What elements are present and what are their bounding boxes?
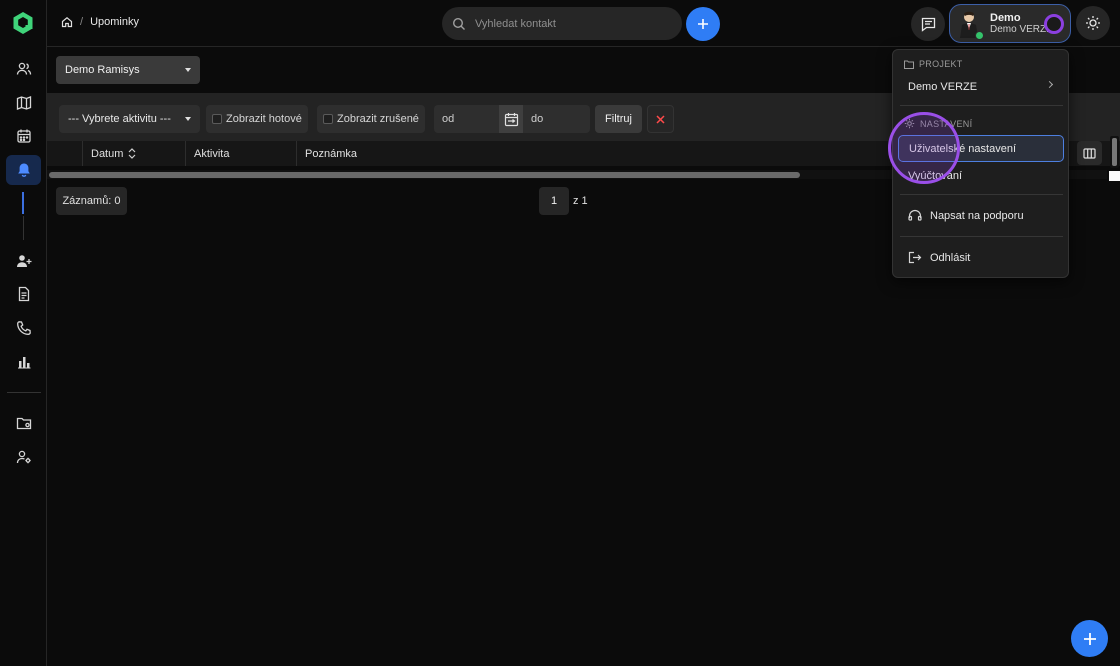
settings-section-label: NASTAVENÍ [920,118,973,129]
breadcrumb: / Upominky [61,16,139,28]
show-cancelled-label: Zobrazit zrušené [337,113,419,125]
user-dropdown-menu: PROJEKT Demo VERZE NASTAVENÍ Uživatelské… [892,49,1069,278]
theme-toggle-button[interactable] [1076,6,1110,40]
date-from-input[interactable] [434,105,499,133]
project-item-label: Demo VERZE [908,80,978,93]
column-header-poznamka[interactable]: Poznámka [296,141,796,166]
clear-filter-button[interactable] [647,105,674,133]
sidebar-divider [7,392,41,393]
top-header: / Upominky Demo Demo VERZE [47,0,1120,47]
logout-label: Odhlásit [930,251,971,264]
date-to-input[interactable] [523,105,590,133]
user-add-icon[interactable] [6,246,41,276]
settings-section-header: NASTAVENÍ [904,118,972,129]
logout-icon [908,251,922,264]
search-icon [452,17,466,31]
records-count: Záznamů: 0 [56,187,127,215]
project-item[interactable]: Demo VERZE [898,73,1064,100]
columns-icon[interactable] [1077,141,1102,165]
app-logo-icon[interactable] [11,11,35,35]
checkbox-box[interactable] [212,114,222,124]
column-header-datum[interactable]: Datum [82,141,185,166]
calendar-icon[interactable] [6,121,41,151]
user-menu-indicator[interactable] [1044,14,1064,34]
column-label: Aktivita [194,147,230,160]
column-label: Poznámka [305,147,357,160]
show-done-checkbox[interactable]: Zobrazit hotové [206,105,308,133]
checkbox-box[interactable] [323,114,333,124]
page-number[interactable]: 1 [539,187,569,215]
search-input[interactable] [475,17,665,30]
contact-search[interactable] [442,7,682,40]
show-done-label: Zobrazit hotové [226,113,302,125]
map-icon[interactable] [6,88,41,118]
user-settings-icon[interactable] [6,442,41,472]
users-icon[interactable] [6,54,41,84]
scroll-corner [1109,171,1120,181]
column-label: Datum [91,147,124,160]
user-settings-item[interactable]: Uživatelské nastavení [898,135,1064,162]
close-icon [656,114,665,124]
breadcrumb-separator: / [80,16,84,28]
project-select[interactable]: Demo Ramisys [56,56,200,84]
project-select-value: Demo Ramisys [65,64,140,76]
headset-icon [908,209,922,222]
support-item[interactable]: Napsat na podporu [898,202,1064,229]
caret-down-icon [185,117,191,121]
floating-add-button[interactable] [1071,620,1108,657]
logout-item[interactable]: Odhlásit [898,244,1064,271]
add-button[interactable] [686,7,720,41]
messages-button[interactable] [911,7,945,41]
date-range-icon[interactable] [499,105,523,133]
user-settings-label: Uživatelské nastavení [909,142,1016,155]
breadcrumb-current: Upominky [90,16,139,28]
online-status-indicator [975,30,984,40]
column-header-aktivita[interactable]: Aktivita [185,141,296,166]
document-icon[interactable] [6,279,41,309]
activity-select-value: --- Vybrete aktivitu --- [68,113,171,125]
bar-chart-icon[interactable] [6,347,41,377]
settings-icon [904,118,915,129]
show-cancelled-checkbox[interactable]: Zobrazit zrušené [317,105,425,133]
sidebar [0,0,47,666]
sort-icon[interactable] [128,148,136,159]
active-nav-line [22,192,24,214]
filter-button[interactable]: Filtruj [595,105,642,133]
vertical-scroll-thumb[interactable] [1112,138,1117,166]
plus-icon [1083,632,1097,646]
horizontal-scroll-thumb[interactable] [49,172,800,178]
user-menu-toggle[interactable]: Demo Demo VERZE [949,4,1071,43]
avatar [956,10,984,40]
menu-divider [900,194,1063,195]
billing-label: Vyúčtování [908,169,963,182]
phone-icon[interactable] [6,313,41,343]
nav-line [23,216,24,240]
home-icon[interactable] [61,16,73,28]
folder-settings-icon[interactable] [6,408,41,438]
page-total: z 1 [573,195,588,207]
chevron-right-icon [1045,80,1054,89]
billing-item[interactable]: Vyúčtování [898,162,1064,189]
menu-divider [900,236,1063,237]
caret-down-icon [185,68,191,72]
folder-icon [904,60,914,69]
date-range [434,105,590,133]
support-label: Napsat na podporu [930,209,1024,222]
project-section-label: PROJEKT [919,59,963,69]
activity-select[interactable]: --- Vybrete aktivitu --- [59,105,200,133]
bell-icon[interactable] [6,155,41,185]
menu-divider [900,105,1063,106]
project-section-header: PROJEKT [904,59,963,69]
